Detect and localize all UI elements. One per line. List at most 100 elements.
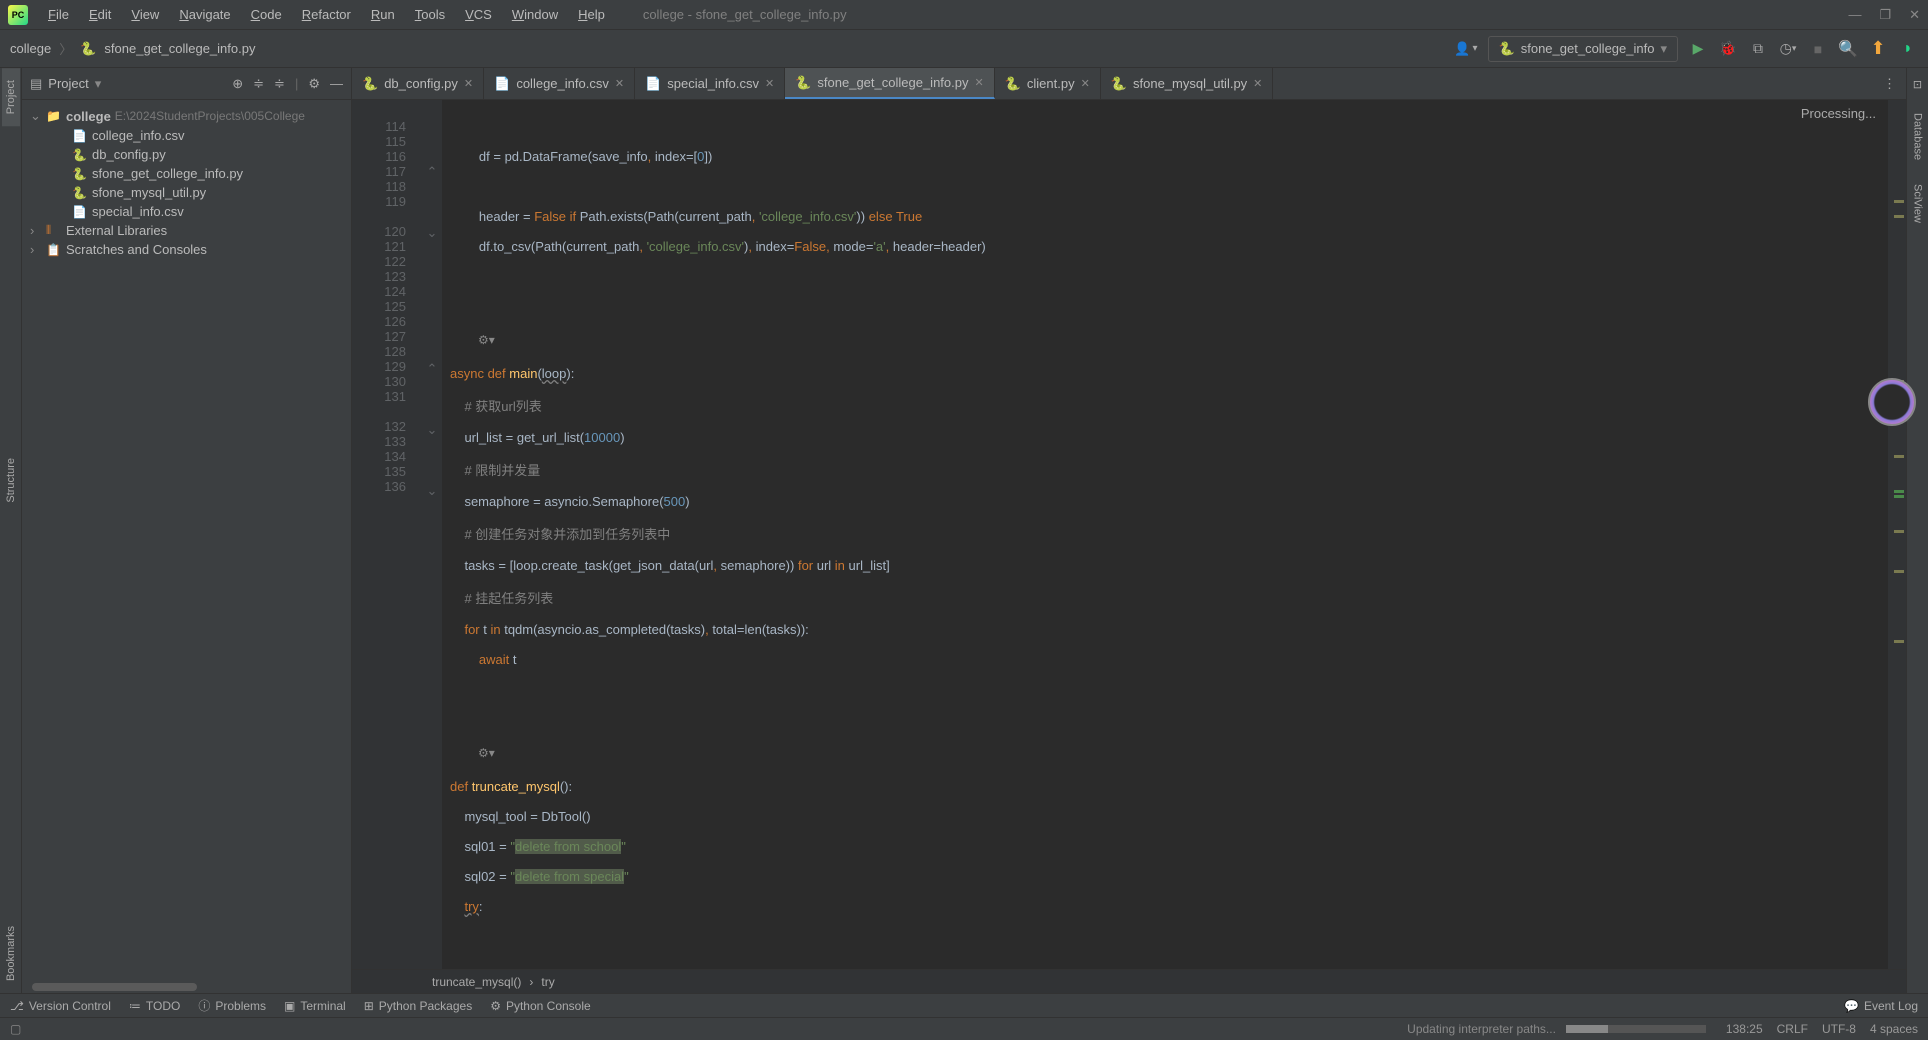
- close-tab-icon[interactable]: ✕: [615, 77, 624, 90]
- editor-breadcrumb[interactable]: truncate_mysql() › try: [352, 969, 1906, 993]
- close-tab-icon[interactable]: ✕: [974, 76, 983, 89]
- problems-tool[interactable]: ⓘProblems: [198, 997, 266, 1014]
- tree-file[interactable]: 🐍 sfone_mysql_util.py: [26, 183, 347, 202]
- menu-refactor[interactable]: Refactor: [294, 3, 359, 26]
- editor-tab-active[interactable]: 🐍 sfone_get_college_info.py ✕: [785, 68, 994, 99]
- menu-edit[interactable]: Edit: [81, 3, 119, 26]
- breadcrumb: college 〉 🐍 sfone_get_college_info.py: [10, 39, 255, 58]
- indent-settings[interactable]: 4 spaces: [1870, 1022, 1918, 1036]
- search-button[interactable]: 🔍: [1838, 39, 1858, 59]
- bookmarks-tool-tab[interactable]: Bookmarks: [2, 914, 20, 993]
- menu-code[interactable]: Code: [243, 3, 290, 26]
- tree-scratches[interactable]: › 📋 Scratches and Consoles: [26, 240, 347, 259]
- maximize-button[interactable]: ❐: [1879, 7, 1891, 23]
- profile-button[interactable]: ◷▾: [1778, 39, 1798, 59]
- tree-arrow-icon[interactable]: ›: [30, 223, 42, 238]
- hide-panel-icon[interactable]: —: [330, 76, 343, 92]
- python-file-icon: 🐍: [795, 75, 811, 91]
- project-title[interactable]: Project: [48, 76, 88, 91]
- editor-tab[interactable]: 🐍 sfone_mysql_util.py ✕: [1101, 68, 1274, 99]
- menu-window[interactable]: Window: [504, 3, 566, 26]
- expand-all-icon[interactable]: ≑: [253, 76, 264, 92]
- tree-file[interactable]: 🐍 db_config.py: [26, 145, 347, 164]
- editor-tab[interactable]: 📄 special_info.csv ✕: [635, 68, 785, 99]
- sciview-tool-tab[interactable]: SciView: [1909, 172, 1927, 235]
- run-configuration-selector[interactable]: 🐍 sfone_get_college_info ▾: [1488, 36, 1678, 62]
- tree-file[interactable]: 📄 special_info.csv: [26, 202, 347, 221]
- tab-label: client.py: [1027, 76, 1075, 91]
- tabs-more-button[interactable]: ⋮: [1873, 68, 1906, 99]
- editor-tab[interactable]: 🐍 db_config.py ✕: [352, 68, 484, 99]
- tree-file[interactable]: 📄 college_info.csv: [26, 126, 347, 145]
- editor-tab[interactable]: 🐍 client.py ✕: [995, 68, 1101, 99]
- run-button[interactable]: ▶: [1688, 39, 1708, 59]
- file-encoding[interactable]: UTF-8: [1822, 1022, 1856, 1036]
- menu-view[interactable]: View: [123, 3, 167, 26]
- close-tab-icon[interactable]: ✕: [464, 77, 473, 90]
- add-user-button[interactable]: 👤▾: [1454, 41, 1477, 57]
- database-tool-tab[interactable]: Database: [1909, 101, 1927, 172]
- project-tool-tab[interactable]: Project: [2, 68, 20, 126]
- folder-icon: 📁: [46, 109, 62, 123]
- inline-action-icon[interactable]: ⚙▾: [450, 329, 1880, 351]
- project-hscroll[interactable]: [22, 981, 351, 993]
- python-file-icon: 🐍: [72, 167, 88, 181]
- event-log-tool[interactable]: 💬Event Log: [1844, 999, 1918, 1013]
- csv-file-icon: 📄: [494, 76, 510, 92]
- tree-file[interactable]: 🐍 sfone_get_college_info.py: [26, 164, 347, 183]
- breadcrumb-function[interactable]: truncate_mysql(): [432, 975, 521, 989]
- tree-root[interactable]: ⌄ 📁 college E:\2024StudentProjects\005Co…: [26, 106, 347, 126]
- menu-help[interactable]: Help: [570, 3, 613, 26]
- project-tree[interactable]: ⌄ 📁 college E:\2024StudentProjects\005Co…: [22, 100, 351, 265]
- editor-markers[interactable]: [1888, 100, 1906, 969]
- tab-label: special_info.csv: [667, 76, 759, 91]
- run-coverage-button[interactable]: ⧉: [1748, 39, 1768, 59]
- python-packages-tool[interactable]: ⊞Python Packages: [364, 999, 472, 1013]
- tool-window-toggle-icon[interactable]: ▢: [10, 1022, 21, 1036]
- close-tab-icon[interactable]: ✕: [1253, 77, 1262, 90]
- structure-tool-tab[interactable]: Structure: [2, 446, 20, 515]
- menu-navigate[interactable]: Navigate: [171, 3, 238, 26]
- tree-external-libs[interactable]: › ⫴ External Libraries: [26, 221, 347, 240]
- debug-button[interactable]: 🐞: [1718, 39, 1738, 59]
- version-control-tool[interactable]: ⎇Version Control: [10, 999, 111, 1013]
- tree-label: sfone_mysql_util.py: [92, 185, 206, 200]
- tree-arrow-icon[interactable]: ›: [30, 242, 42, 257]
- close-tab-icon[interactable]: ✕: [765, 77, 774, 90]
- breadcrumb-project[interactable]: college: [10, 41, 51, 56]
- breadcrumb-file[interactable]: sfone_get_college_info.py: [104, 41, 255, 56]
- python-console-tool[interactable]: ⚙Python Console: [490, 999, 591, 1013]
- breadcrumb-block[interactable]: try: [541, 975, 554, 989]
- ide-services-button[interactable]: ◗: [1898, 39, 1918, 59]
- select-opened-file-icon[interactable]: ⊕: [232, 76, 243, 92]
- close-button[interactable]: ✕: [1909, 7, 1920, 23]
- editor-tab[interactable]: 📄 college_info.csv ✕: [484, 68, 635, 99]
- tree-arrow-icon[interactable]: ⌄: [30, 108, 42, 124]
- close-tab-icon[interactable]: ✕: [1081, 77, 1090, 90]
- code-editor[interactable]: df = pd.DataFrame(save_info, index=[0]) …: [442, 100, 1888, 969]
- menu-vcs[interactable]: VCS: [457, 3, 500, 26]
- minimize-button[interactable]: —: [1848, 7, 1861, 23]
- line-separator[interactable]: CRLF: [1777, 1022, 1808, 1036]
- menu-tools[interactable]: Tools: [407, 3, 453, 26]
- dropdown-icon[interactable]: ▾: [95, 76, 102, 92]
- todo-tool[interactable]: ≔TODO: [129, 999, 180, 1013]
- collapse-all-icon[interactable]: ≑: [274, 76, 285, 92]
- code-with-me-icon[interactable]: [1868, 378, 1916, 426]
- csv-file-icon: 📄: [645, 76, 661, 92]
- stop-button[interactable]: ■: [1808, 39, 1828, 59]
- terminal-tool[interactable]: ▣Terminal: [284, 999, 346, 1013]
- menu-file[interactable]: File: [40, 3, 77, 26]
- fold-gutter[interactable]: ⌃ ⌄ ⌃ ⌄ ⌄: [422, 100, 442, 969]
- notifications-tool-tab[interactable]: ⊡: [1908, 68, 1927, 101]
- inline-action-icon[interactable]: ⚙▾: [450, 742, 1880, 764]
- editor-tabs: 🐍 db_config.py ✕ 📄 college_info.csv ✕ 📄 …: [352, 68, 1906, 100]
- menu-run[interactable]: Run: [363, 3, 403, 26]
- editor-area: 🐍 db_config.py ✕ 📄 college_info.csv ✕ 📄 …: [352, 68, 1906, 993]
- status-bar: ▢ Updating interpreter paths... 138:25 C…: [0, 1017, 1928, 1040]
- tab-label: college_info.csv: [516, 76, 609, 91]
- settings-icon[interactable]: ⚙: [308, 76, 320, 92]
- update-button[interactable]: ⬆: [1868, 39, 1888, 59]
- progress-bar[interactable]: [1566, 1025, 1706, 1033]
- cursor-position[interactable]: 138:25: [1726, 1022, 1763, 1036]
